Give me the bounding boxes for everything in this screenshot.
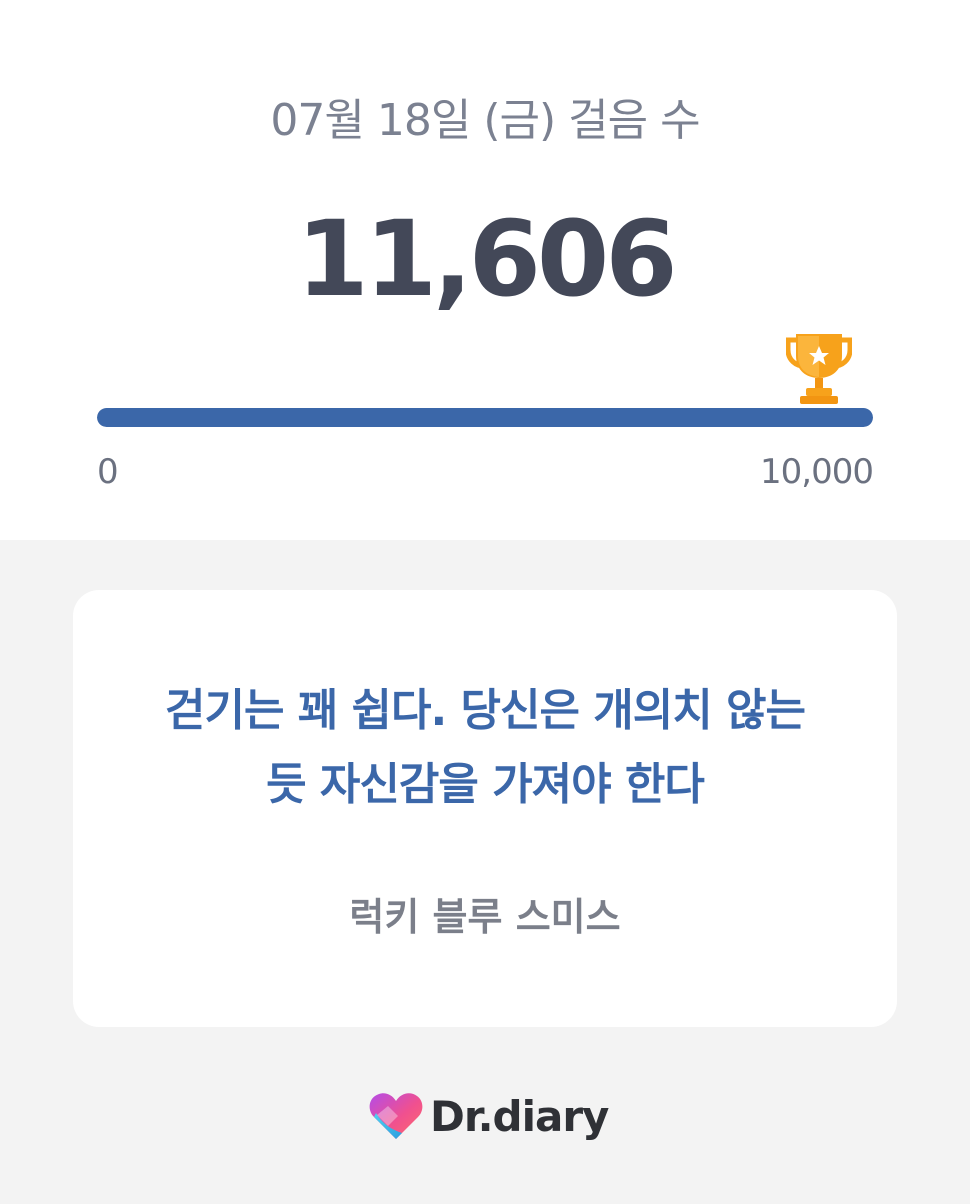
step-date-title: 07월 18일 (금) 걸음 수 <box>270 95 700 146</box>
step-count-value: 11,606 <box>296 198 677 320</box>
quote-line-1: 걷기는 꽤 쉽다. 당신은 개의치 않는 <box>164 685 806 736</box>
goal-max-label: 10,000 <box>760 452 874 492</box>
step-progress-fill <box>97 408 873 427</box>
quote-text: 걷기는 꽤 쉽다. 당신은 개의치 않는 듯 자신감을 가져야 한다 <box>103 674 867 822</box>
goal-min-label: 0 <box>97 452 119 492</box>
step-summary-section: 07월 18일 (금) 걸음 수 11,606 0 10,000 <box>0 0 970 540</box>
brand-name: Dr.diary <box>430 1091 609 1141</box>
quote-card: 걷기는 꽤 쉽다. 당신은 개의치 않는 듯 자신감을 가져야 한다 럭키 블루… <box>73 590 897 1027</box>
step-progress-bar <box>97 408 873 427</box>
heart-logo-icon <box>369 1093 423 1139</box>
brand-logo: Dr.diary <box>368 1086 609 1146</box>
quote-line-2: 듯 자신감을 가져야 한다 <box>266 759 705 810</box>
quote-author: 럭키 블루 스미스 <box>349 895 621 939</box>
trophy-icon <box>786 334 852 404</box>
